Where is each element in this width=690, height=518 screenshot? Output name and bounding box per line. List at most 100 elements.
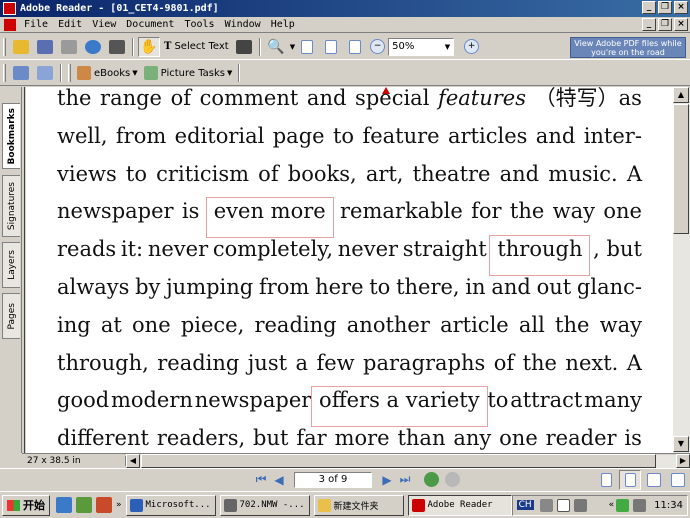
word: from	[258, 274, 310, 299]
menu-tools[interactable]: Tools	[179, 19, 219, 30]
quicklaunch-overflow-icon[interactable]: »	[116, 500, 122, 510]
doc-minimize-button[interactable]: _	[642, 18, 656, 31]
fit-width-button[interactable]	[344, 37, 366, 57]
print-button[interactable]	[58, 37, 80, 57]
keyboard-icon[interactable]	[539, 498, 553, 512]
word: way	[599, 312, 642, 337]
quicklaunch-app-icon[interactable]	[76, 497, 92, 513]
menu-edit[interactable]: Edit	[53, 19, 87, 30]
word: glanc-	[576, 274, 642, 299]
menu-view[interactable]: View	[87, 19, 121, 30]
single-page-button[interactable]	[595, 470, 617, 490]
help-icon[interactable]	[556, 498, 570, 512]
zoom-tool-dropdown[interactable]: ▼	[290, 43, 295, 51]
ie-icon[interactable]	[56, 497, 72, 513]
volume-icon[interactable]	[616, 498, 630, 512]
first-page-button[interactable]: ⏮	[252, 472, 270, 488]
tray-overflow-icon[interactable]: «	[609, 500, 615, 510]
highlighted-phrase: offers a variety	[311, 386, 488, 428]
taskbar-button[interactable]: 702.NMW -...	[219, 494, 310, 516]
taskbar-button-label: 702.NMW -...	[239, 500, 305, 510]
document-page[interactable]: the range of comment and special features （特写）a…	[26, 87, 673, 453]
continuous-button[interactable]	[619, 469, 641, 490]
word: reading	[157, 350, 240, 375]
menu-file[interactable]: File	[19, 19, 53, 30]
next-page-button[interactable]: ▶	[378, 472, 396, 488]
folder-icon	[317, 498, 331, 512]
page-number-input[interactable]: 3 of 9	[294, 471, 372, 488]
previous-page-button[interactable]: ◀	[270, 472, 288, 488]
tab-bookmarks[interactable]: Bookmarks	[2, 103, 20, 169]
doc-close-button[interactable]: ×	[674, 18, 688, 31]
word: to	[487, 388, 509, 413]
next-view-button[interactable]	[445, 472, 460, 487]
vertical-scrollbar[interactable]: ▲ ▼	[673, 87, 690, 453]
horizontal-scrollbar[interactable]: ◀ ▶	[126, 453, 690, 468]
tab-layers[interactable]: Layers	[2, 242, 20, 288]
menu-document[interactable]: Document	[121, 19, 179, 30]
speaker-icon[interactable]	[633, 498, 647, 512]
email-button[interactable]	[82, 37, 104, 57]
hand-tool-button[interactable]: ✋	[138, 36, 160, 57]
snapshot-button[interactable]	[233, 37, 255, 57]
pages-button[interactable]	[34, 63, 56, 83]
scroll-left-button[interactable]: ◀	[126, 453, 140, 468]
tab-pages[interactable]: Pages	[2, 293, 20, 339]
pane-splitter[interactable]	[22, 87, 25, 453]
create-pdf-button[interactable]	[10, 63, 32, 83]
save-button[interactable]	[34, 37, 56, 57]
taskbar-button[interactable]: Microsoft...	[125, 494, 216, 516]
word: here	[315, 274, 364, 299]
quicklaunch-box-icon[interactable]	[96, 497, 112, 513]
zoom-in-button[interactable]: +	[464, 39, 480, 54]
menu-help[interactable]: Help	[266, 19, 300, 30]
adobe-reader-icon	[3, 2, 16, 15]
search-button[interactable]	[106, 37, 128, 57]
picture-tasks-button[interactable]: Picture Tasks ▼	[141, 63, 236, 83]
save-disk-icon	[37, 39, 53, 54]
fit-page-button[interactable]	[320, 37, 342, 57]
scroll-up-button[interactable]: ▲	[673, 87, 689, 103]
last-page-button[interactable]: ⏭	[396, 472, 414, 488]
notification-icon[interactable]	[573, 498, 587, 512]
word: to	[369, 274, 391, 299]
zoom-input[interactable]: 50% ▼	[388, 37, 455, 56]
ebooks-button[interactable]: eBooks ▼	[74, 63, 141, 83]
document-icon[interactable]	[4, 18, 16, 31]
scroll-down-button[interactable]: ▼	[673, 436, 689, 452]
close-button[interactable]: ×	[674, 1, 688, 14]
select-text-button[interactable]: T Select Text	[161, 37, 232, 57]
zoom-tool-button[interactable]: 🔍	[265, 37, 287, 57]
word: to	[125, 161, 148, 186]
chevron-down-icon[interactable]: ▼	[445, 43, 450, 51]
taskbar-button[interactable]: Adobe Reader	[407, 494, 512, 516]
word: out	[536, 274, 572, 299]
zoom-out-button[interactable]: −	[370, 39, 386, 54]
doc-restore-button[interactable]: ❐	[658, 18, 672, 31]
word: newspaper	[57, 199, 174, 224]
minimize-button[interactable]: _	[642, 1, 656, 14]
facing-button[interactable]	[667, 470, 689, 490]
continuous-facing-button[interactable]	[643, 470, 665, 490]
taskbar-button[interactable]: 新建文件夹	[313, 494, 404, 516]
input-method-indicator[interactable]: CH	[516, 500, 534, 510]
scroll-right-button[interactable]: ▶	[676, 453, 690, 468]
word: straight	[402, 237, 487, 262]
horizontal-scroll-thumb[interactable]	[141, 453, 656, 468]
word: one	[603, 199, 642, 224]
camera-icon	[235, 39, 252, 54]
open-button[interactable]	[10, 37, 32, 57]
word: remarkable	[340, 199, 463, 224]
word: articles	[448, 123, 528, 148]
word: the	[555, 312, 590, 337]
previous-view-button[interactable]	[424, 472, 439, 487]
actual-size-button[interactable]	[296, 37, 318, 57]
restore-button[interactable]: ❐	[658, 1, 672, 14]
menu-window[interactable]: Window	[220, 19, 266, 30]
promo-button[interactable]: View Adobe PDF files while you're on the…	[570, 37, 686, 58]
tab-signatures[interactable]: Signatures	[2, 175, 20, 237]
word: just	[247, 350, 288, 375]
single-page-icon	[600, 472, 612, 487]
vertical-scroll-thumb[interactable]	[673, 104, 689, 234]
start-button[interactable]: 开始	[2, 494, 50, 516]
